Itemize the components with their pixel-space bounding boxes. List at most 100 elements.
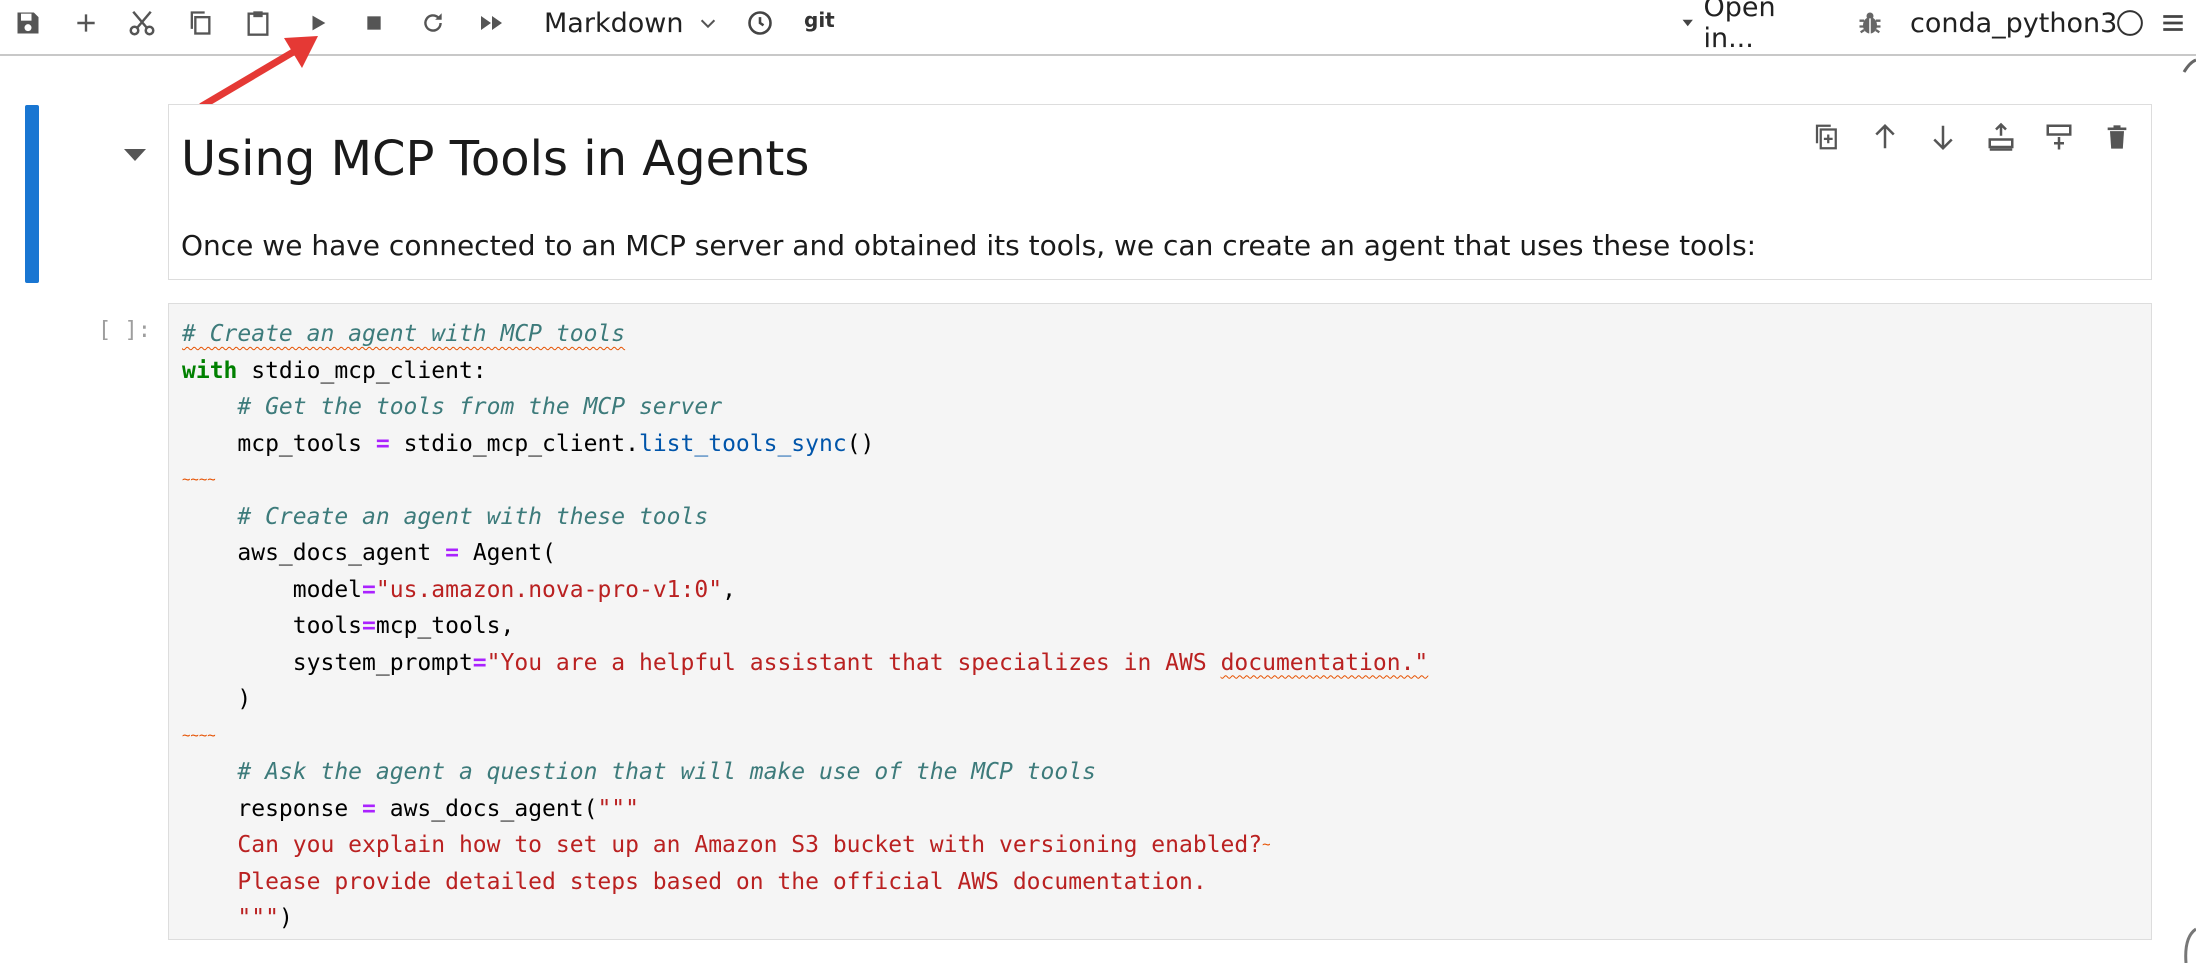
insert-cell-below-button[interactable] bbox=[2041, 119, 2077, 155]
code-line: # Ask the agent a question that will mak… bbox=[182, 754, 1428, 791]
code-token: Can you explain how to set up an Amazon … bbox=[237, 832, 1263, 858]
code-line: tools=mcp_tools, bbox=[182, 608, 1428, 645]
menu-icon bbox=[2163, 15, 2183, 31]
code-token: stdio_mcp_client. bbox=[389, 430, 639, 457]
history-button[interactable] bbox=[742, 0, 778, 46]
code-line: # Get the tools from the MCP server bbox=[182, 389, 1428, 426]
code-line: Can you explain how to set up an Amazon … bbox=[182, 827, 1428, 864]
code-token: mcp_tools, bbox=[375, 613, 515, 639]
code-cell-prompt: [ ]: bbox=[98, 318, 151, 343]
duplicate-cell-button[interactable] bbox=[1809, 119, 1845, 155]
code-token: # Create an agent with MCP tools bbox=[182, 321, 626, 347]
code-line: response = aws_docs_agent(""" bbox=[182, 791, 1428, 828]
code-token: """ bbox=[237, 905, 279, 931]
scrollbar-thumb[interactable] bbox=[2182, 927, 2196, 963]
caret-down-icon bbox=[1682, 19, 1693, 27]
lint-squiggle: ~ bbox=[1262, 837, 1271, 853]
cell-type-label: Markdown bbox=[544, 7, 684, 39]
run-cell-button[interactable] bbox=[300, 0, 336, 46]
code-token: # Get the tools from the MCP server bbox=[237, 394, 723, 420]
code-token: () bbox=[846, 430, 875, 457]
delete-icon bbox=[2107, 125, 2127, 149]
cell-type-dropdown[interactable]: Markdown bbox=[544, 4, 724, 42]
insert-cell-above-button[interactable] bbox=[1983, 119, 2019, 155]
open-in-label: Open in... bbox=[1703, 0, 1776, 54]
copy-button[interactable] bbox=[180, 0, 220, 46]
restart-icon bbox=[424, 13, 442, 32]
kernel-name[interactable]: conda_python3 bbox=[1910, 4, 2117, 42]
save-icon bbox=[17, 12, 39, 34]
code-line: aws_docs_agent = Agent( bbox=[182, 535, 1428, 572]
restart-run-all-button[interactable] bbox=[472, 0, 512, 46]
paste-icon bbox=[247, 11, 269, 36]
duplicate-icon bbox=[1815, 124, 1837, 150]
copy-icon bbox=[190, 11, 211, 35]
code-token: Agent( bbox=[458, 540, 556, 566]
markdown-paragraph: Once we have connected to an MCP server … bbox=[181, 229, 1757, 262]
chevron-down-icon bbox=[701, 19, 716, 29]
clock-icon bbox=[748, 11, 772, 35]
run-icon bbox=[312, 15, 326, 31]
code-token: model bbox=[292, 576, 363, 603]
interrupt-kernel-button[interactable] bbox=[356, 0, 392, 46]
code-line: model="us.amazon.nova-pro-v1:0", bbox=[182, 572, 1428, 609]
code-line: ~~~~ bbox=[182, 718, 1428, 755]
code-token: ) bbox=[237, 686, 252, 712]
code-token: = bbox=[362, 576, 376, 603]
code-token: = bbox=[472, 649, 487, 676]
delete-cell-button[interactable] bbox=[2099, 119, 2135, 155]
code-token: system_prompt bbox=[292, 649, 473, 676]
more-menu-button[interactable] bbox=[2156, 0, 2190, 46]
jupyter-notebook: Markdown git Open in... conda_python3 Us… bbox=[0, 0, 2196, 963]
save-button[interactable] bbox=[8, 0, 48, 46]
insert-above-icon bbox=[1988, 122, 2014, 151]
code-line: # Create an agent with MCP tools bbox=[182, 316, 1428, 353]
code-token: """ bbox=[597, 795, 639, 822]
code-token: "You are a helpful assistant that specia… bbox=[486, 649, 1221, 676]
kernel-status bbox=[2112, 0, 2148, 46]
add-icon bbox=[77, 14, 95, 32]
move-cell-down-button[interactable] bbox=[1925, 119, 1961, 155]
code-token: stdio_mcp_client: bbox=[237, 357, 487, 384]
code-line: mcp_tools = stdio_mcp_client.list_tools_… bbox=[182, 426, 1428, 463]
git-button[interactable]: git bbox=[804, 0, 835, 40]
code-token: aws_docs_agent bbox=[237, 540, 446, 566]
lint-squiggle: ~~~~ bbox=[182, 727, 216, 744]
code-token: = bbox=[362, 795, 376, 822]
scroll-up-icon[interactable] bbox=[2182, 58, 2196, 78]
collapse-heading-icon[interactable] bbox=[120, 143, 150, 167]
code-line: Please provide detailed steps based on t… bbox=[182, 864, 1428, 901]
code-token: ) bbox=[278, 905, 293, 931]
open-in-dropdown[interactable]: Open in... bbox=[1680, 0, 1830, 54]
insert-below-icon bbox=[2046, 124, 2072, 150]
cut-button[interactable] bbox=[122, 0, 162, 46]
paste-button[interactable] bbox=[238, 0, 278, 46]
restart-kernel-button[interactable] bbox=[414, 0, 452, 46]
code-token: list_tools_sync bbox=[638, 430, 847, 457]
notebook-toolbar: Markdown git Open in... conda_python3 bbox=[0, 0, 2196, 56]
add-cell-button[interactable] bbox=[66, 0, 106, 46]
kernel-status-icon bbox=[2117, 10, 2143, 36]
active-cell-collapser[interactable] bbox=[25, 105, 39, 283]
code-token: # Ask the agent a question that will mak… bbox=[237, 759, 1096, 785]
markdown-cell[interactable]: Using MCP Tools in Agents Once we have c… bbox=[168, 104, 2152, 280]
code-cell-editor[interactable]: # Create an agent with MCP tools with std… bbox=[168, 303, 2152, 940]
lint-squiggle: ~~~~ bbox=[182, 472, 216, 488]
code-editor-content[interactable]: # Create an agent with MCP tools with std… bbox=[182, 316, 1428, 937]
bug-icon bbox=[1859, 12, 1881, 34]
cut-icon bbox=[129, 10, 155, 36]
code-token: mcp_tools bbox=[237, 430, 376, 457]
code-line: # Create an agent with these tools bbox=[182, 499, 1428, 536]
move-cell-up-button[interactable] bbox=[1867, 119, 1903, 155]
code-token: = bbox=[445, 540, 459, 566]
code-line: system_prompt="You are a helpful assista… bbox=[182, 645, 1429, 682]
kernel-name-label: conda_python3 bbox=[1910, 7, 2118, 39]
debugger-button[interactable] bbox=[1852, 0, 1888, 46]
git-label: git bbox=[804, 8, 835, 32]
code-token: , bbox=[722, 576, 736, 603]
code-token: "us.amazon.nova-pro-v1:0" bbox=[375, 576, 723, 603]
move-down-icon bbox=[1933, 125, 1953, 151]
fast-forward-icon bbox=[481, 16, 502, 30]
move-up-icon bbox=[1875, 123, 1895, 149]
markdown-heading: Using MCP Tools in Agents bbox=[181, 131, 810, 187]
